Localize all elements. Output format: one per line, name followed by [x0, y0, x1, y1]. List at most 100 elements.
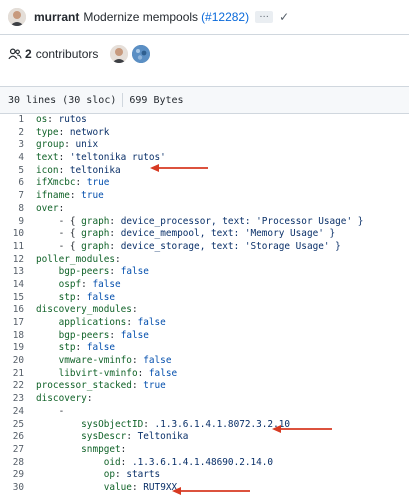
yaml-key: graph [81, 228, 110, 240]
code-line[interactable]: 17 applications: false [0, 317, 409, 330]
line-number: 5 [18, 164, 24, 176]
code-line[interactable]: 18 bgp-peers: false [0, 330, 409, 343]
code-line[interactable]: 13 bgp-peers: false [0, 266, 409, 279]
code-line[interactable]: 25 sysObjectID: .1.3.6.1.4.1.8072.3.2.10 [0, 419, 409, 432]
code-line[interactable]: 6 ifXmcbc: true [0, 177, 409, 190]
yaml-key: snmpget [81, 443, 121, 455]
contributors-count[interactable]: 2 [25, 47, 32, 61]
code-line[interactable]: 23 discovery: [0, 393, 409, 406]
code-line[interactable]: 10 - { graph: device_mempool, text: 'Mem… [0, 228, 409, 241]
code-line[interactable]: 29 op: starts [0, 469, 409, 482]
yaml-key: discovery [36, 393, 87, 405]
commit-message[interactable]: Modernize mempools [83, 10, 198, 24]
code-line[interactable]: 9 - { graph: device_processor, text: 'Pr… [0, 216, 409, 229]
code-line[interactable]: 3 group: unix [0, 139, 409, 152]
code-line[interactable]: 11 - { graph: device_storage, text: 'Sto… [0, 241, 409, 254]
yaml-separator: : [64, 139, 76, 151]
yaml-key: value [103, 481, 132, 493]
line-content: ifname: true [36, 190, 104, 203]
contributors-label[interactable]: contributors [36, 47, 99, 61]
line-content: - { graph: device_mempool, text: 'Memory… [36, 228, 336, 241]
line-number: 18 [12, 329, 24, 341]
yaml-separator: : [126, 317, 138, 328]
yaml-key: over [36, 202, 59, 214]
code-line[interactable]: 15 stp: false [0, 292, 409, 305]
code-line[interactable]: 22 processor_stacked: true [0, 380, 409, 393]
code-line[interactable]: 12 poller_modules: [0, 254, 409, 267]
line-content: discovery_modules: [36, 304, 138, 317]
line-number: 13 [12, 266, 24, 278]
pr-link[interactable]: (#12282) [201, 10, 249, 24]
code-line[interactable]: 8 over: [0, 203, 409, 216]
line-content: bgp-peers: false [36, 266, 149, 279]
yaml-separator: : [143, 418, 155, 430]
line-number: 15 [12, 291, 24, 303]
yaml-value: .1.3.6.1.4.1.8072.3.2.10 [154, 418, 291, 430]
line-content: group: unix [36, 139, 98, 152]
yaml-key: vmware-vminfo [58, 355, 132, 367]
contributor-avatar[interactable] [110, 44, 129, 63]
yaml-key: processor_stacked [36, 380, 132, 392]
yaml-separator: : [75, 177, 87, 189]
yaml-separator: : [115, 469, 127, 481]
indent: - [36, 405, 65, 417]
yaml-value: false [148, 367, 178, 379]
code-line[interactable]: 20 vmware-vminfo: false [0, 355, 409, 368]
code-line[interactable]: 28 oid: .1.3.6.1.4.1.48690.2.14.0 [0, 457, 409, 470]
check-icon[interactable]: ✓ [279, 10, 289, 24]
code-line[interactable]: 2 type: network [0, 127, 409, 140]
yaml-separator: : [131, 355, 144, 367]
line-number: 27 [12, 443, 24, 455]
yaml-value: unix [75, 139, 99, 151]
yaml-key: graph [81, 215, 110, 227]
code-line[interactable]: 7 ifname: true [0, 190, 409, 203]
yaml-value: Teltonika [137, 431, 189, 443]
yaml-key: bgp-peers [58, 266, 110, 278]
line-content: over: [36, 203, 64, 216]
code-line[interactable]: 19 stp: false [0, 342, 409, 355]
line-content: discovery: [36, 393, 92, 406]
yaml-key: stp [58, 342, 76, 354]
author-avatar[interactable] [8, 8, 26, 26]
line-number: 8 [18, 202, 24, 214]
yaml-value: true [81, 190, 104, 202]
line-number: 12 [12, 253, 24, 265]
indent: - { [36, 215, 82, 227]
code-line[interactable]: 27 snmpget: [0, 444, 409, 457]
code-line[interactable]: 24 - [0, 406, 409, 419]
yaml-key: ifXmcbc [36, 177, 76, 189]
yaml-separator: : [75, 291, 87, 303]
code-line[interactable]: 26 sysDescr: Teltonika [0, 431, 409, 444]
annotation-arrow [172, 487, 250, 495]
code-line[interactable]: 21 libvirt-vminfo: false [0, 368, 409, 381]
line-content: - { graph: device_storage, text: 'Storag… [36, 241, 341, 254]
yaml-separator: : [58, 164, 70, 176]
line-number: 16 [12, 304, 24, 316]
contributor-avatar[interactable] [132, 44, 151, 63]
expand-message-button[interactable]: … [255, 10, 274, 23]
yaml-key: applications [58, 317, 127, 328]
yaml-separator: : [75, 342, 87, 354]
yaml-key: discovery_modules [36, 304, 132, 316]
line-number: 22 [12, 380, 24, 392]
code-line[interactable]: 14 ospf: false [0, 279, 409, 292]
yaml-value: rutos [58, 114, 87, 125]
yaml-separator: : [47, 114, 59, 125]
code-line[interactable]: 1 os: rutos [0, 114, 409, 127]
code-line[interactable]: 16 discovery_modules: [0, 304, 409, 317]
line-content: poller_modules: [36, 254, 121, 267]
yaml-separator: : [109, 240, 121, 252]
yaml-value: device_mempool, text: 'Memory Usage' } [120, 228, 336, 240]
commit-author[interactable]: murrant [34, 10, 79, 24]
yaml-separator: : [86, 393, 93, 405]
yaml-key: oid [103, 456, 121, 468]
yaml-value: device_storage, text: 'Storage Usage' } [120, 240, 341, 252]
yaml-separator: : [131, 304, 138, 316]
yaml-value: false [92, 278, 121, 290]
